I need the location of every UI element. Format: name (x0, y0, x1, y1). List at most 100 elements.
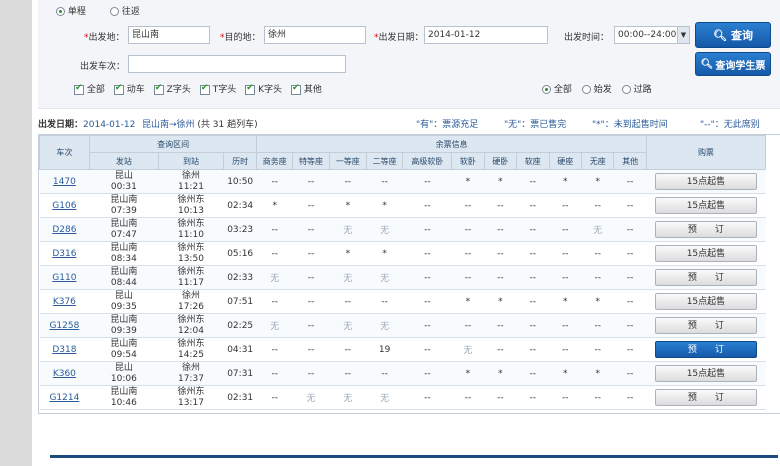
filter-z[interactable]: Z字头 (153, 82, 191, 95)
seat-cell: -- (484, 217, 517, 242)
depart-time: 09:54 (110, 349, 137, 360)
seat-cell: -- (484, 337, 517, 362)
book-button[interactable]: 15点起售 (654, 365, 757, 382)
filter-t[interactable]: T字头 (199, 82, 236, 95)
to-station: 徐州东 (177, 266, 205, 277)
from-station: 昆山南 (110, 266, 138, 277)
seat-cell: 无 (329, 217, 367, 242)
radio-roundtrip[interactable]: 往返 (110, 4, 140, 17)
to-station-cell: 徐州东 10:13 (158, 193, 224, 218)
station-filter-origin[interactable]: 始发 (581, 82, 612, 95)
book-button[interactable]: 预 订 (654, 221, 757, 238)
from-station-cell: 昆山 00:31 (89, 169, 159, 194)
col-sub-header: 其他 (613, 152, 647, 170)
filter-all[interactable]: 全部 (74, 82, 105, 95)
book-button[interactable]: 15点起售 (654, 245, 757, 262)
train-input[interactable] (128, 55, 346, 73)
result-info-bar: 出发日期：2014-01-12 昆山南→徐州 (共 31 趟列车) "有"：票源… (38, 114, 780, 130)
train-number-link[interactable]: G110 (52, 273, 76, 283)
train-number-link[interactable]: D316 (52, 249, 76, 259)
book-button[interactable]: 15点起售 (654, 197, 757, 214)
from-input[interactable]: 昆山南 (128, 26, 210, 44)
to-station: 徐州东 (177, 314, 205, 325)
filter-other[interactable]: 其他 (290, 82, 322, 95)
to-station-cell: 徐州 11:21 (158, 169, 224, 194)
from-station: 昆山 (114, 362, 133, 373)
seat-cell: * (329, 193, 367, 218)
arrive-time: 11:21 (177, 181, 204, 192)
seat-cell: -- (292, 361, 330, 386)
from-station: 昆山 (114, 170, 133, 181)
depart-time: 08:34 (110, 253, 137, 264)
to-label: *目的地： (220, 33, 261, 43)
train-number-link[interactable]: K376 (53, 297, 76, 307)
seat-cell: -- (256, 169, 293, 194)
radio-oneway[interactable]: 单程 (56, 4, 86, 17)
book-button[interactable]: 15点起售 (654, 293, 757, 310)
seat-cell: -- (613, 265, 647, 290)
seat-cell: -- (402, 313, 452, 338)
train-number-link[interactable]: D318 (52, 345, 76, 355)
depart-time: 00:31 (110, 181, 137, 192)
to-station-cell: 徐州东 12:04 (158, 313, 224, 338)
seat-cell: -- (516, 313, 550, 338)
seat-cell: -- (516, 385, 550, 410)
col-sub-header: 无座 (580, 152, 615, 170)
radio-oneway-label: 单程 (67, 7, 86, 17)
filter-emu[interactable]: 动车 (113, 82, 145, 95)
seat-cell: -- (292, 265, 330, 290)
to-station: 徐州东 (177, 218, 205, 229)
to-input[interactable]: 徐州 (264, 26, 366, 44)
seat-cell: -- (516, 289, 550, 314)
col-sub-header: 历时 (222, 152, 258, 170)
book-button[interactable]: 预 订 (654, 389, 757, 406)
train-number-link[interactable]: 1470 (53, 177, 76, 187)
filter-label: K字头 (258, 85, 282, 95)
seat-cell: * (366, 241, 403, 266)
station-filter-all[interactable]: 全部 (542, 82, 572, 95)
from-station-cell: 昆山南 07:47 (89, 217, 159, 242)
train-number-link[interactable]: G106 (52, 201, 76, 211)
checkbox-icon (153, 83, 164, 95)
seat-cell: -- (613, 337, 647, 362)
train-number-link[interactable]: G1258 (49, 321, 79, 331)
from-station-cell: 昆山南 09:54 (89, 337, 159, 362)
train-number-link[interactable]: K360 (53, 369, 76, 379)
station-filter-passing[interactable]: 过路 (621, 82, 652, 95)
seat-cell: -- (549, 265, 582, 290)
seat-cell: 无 (366, 217, 403, 242)
checkbox-icon (245, 83, 256, 95)
seat-cell: -- (581, 193, 614, 218)
train-number-link[interactable]: G1214 (49, 393, 79, 403)
col-sub-header: 发站 (88, 152, 160, 170)
seat-cell: -- (366, 169, 403, 194)
query-button[interactable]: 🔍︎ 查询 (695, 22, 771, 48)
seat-cell: -- (549, 385, 582, 410)
book-button[interactable]: 15点起售 (654, 173, 757, 190)
seat-cell: -- (366, 361, 403, 386)
seat-cell: -- (402, 193, 452, 218)
seat-cell: -- (581, 385, 614, 410)
table-row: D286 昆山南 07:47 徐州东 11:10 03:23 -- -- 无无 -- -- -- -- -… (39, 217, 766, 242)
time-select[interactable]: 00:00--24:00 ▼ (614, 26, 690, 44)
student-query-button[interactable]: 🔍︎ 查询学生票 (695, 52, 771, 76)
seat-cell: -- (484, 313, 517, 338)
filter-k[interactable]: K字头 (245, 82, 282, 95)
book-button[interactable]: 预 订 (654, 269, 757, 286)
book-button[interactable]: 预 订 (654, 341, 757, 358)
from-station-cell: 昆山 09:35 (89, 289, 159, 314)
seat-cell: * (484, 289, 517, 314)
seat-cell: * (549, 361, 582, 386)
seat-cell: 无 (292, 385, 330, 410)
from-station: 昆山南 (110, 194, 138, 205)
date-input[interactable]: 2014-01-12 (424, 26, 548, 44)
query-button-label: 查询 (730, 29, 753, 42)
radio-dot (110, 7, 119, 16)
train-number-link[interactable]: D286 (52, 225, 76, 235)
result-date: 出发日期：2014-01-12 (38, 117, 135, 130)
col-train[interactable]: 车次 (39, 135, 90, 170)
col-book: 购票 (645, 135, 767, 170)
to-station: 徐州东 (177, 242, 205, 253)
book-button[interactable]: 预 订 (654, 317, 757, 334)
duration-cell: 04:31 (223, 337, 257, 362)
